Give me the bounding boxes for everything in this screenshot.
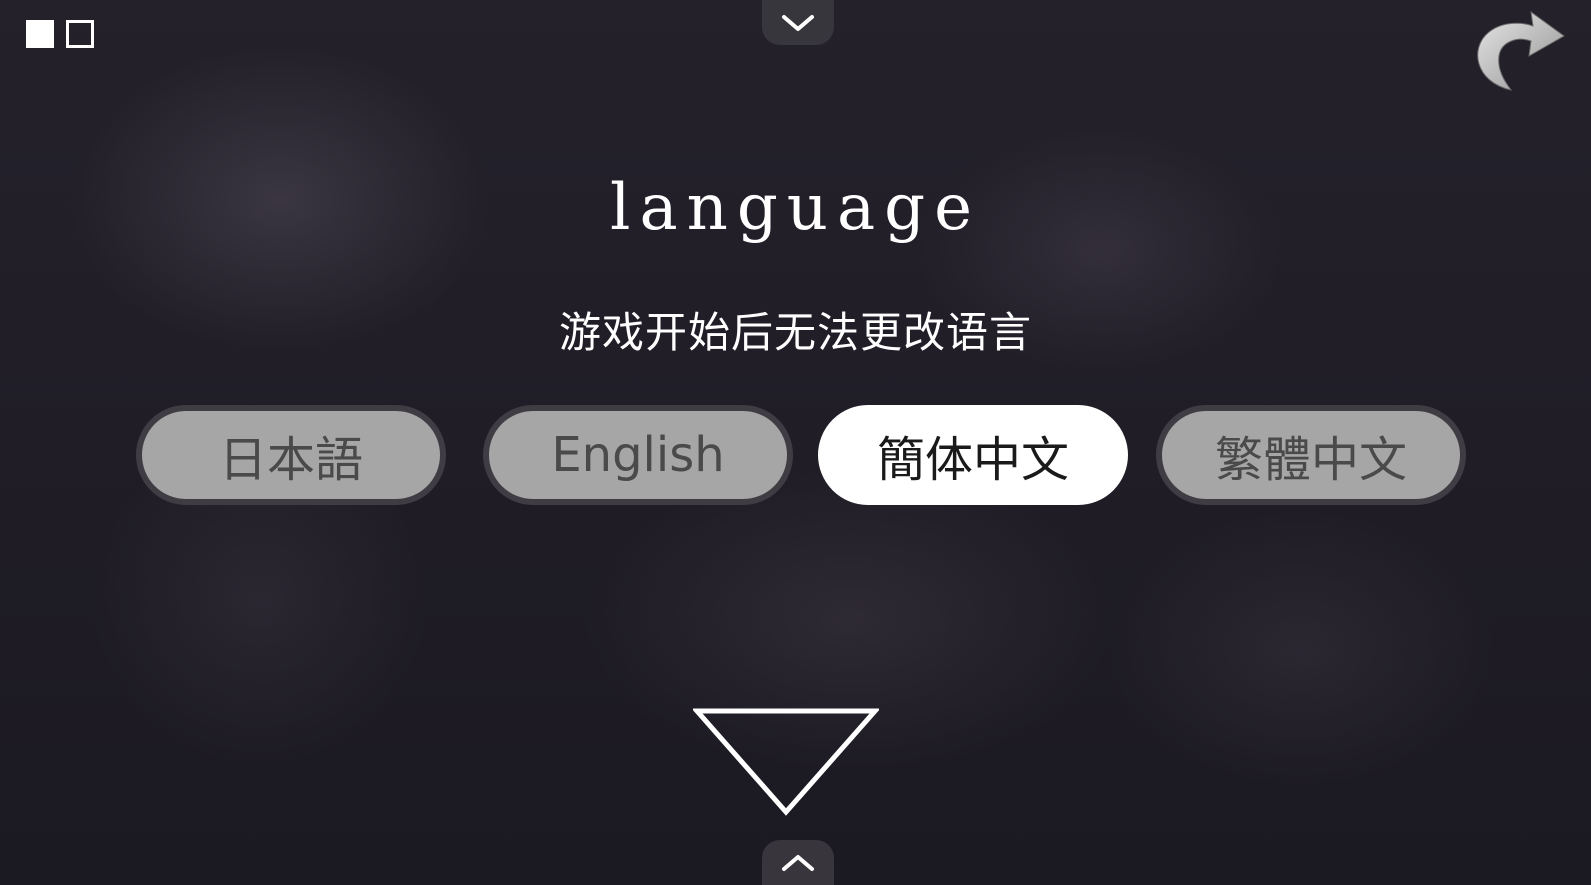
bottom-pull-tab[interactable] bbox=[762, 840, 834, 885]
confirm-button[interactable] bbox=[691, 707, 881, 817]
outline-square-icon[interactable] bbox=[66, 20, 94, 48]
language-screen: language 游戏开始后无法更改语言 日本語 English 簡体中文 繁體… bbox=[0, 0, 1591, 885]
chevron-up-icon bbox=[782, 854, 814, 871]
down-triangle-icon bbox=[691, 708, 881, 816]
language-button-japanese[interactable]: 日本語 bbox=[136, 405, 446, 505]
language-label: English bbox=[551, 427, 725, 483]
language-button-traditional-chinese[interactable]: 繁體中文 bbox=[1156, 405, 1466, 505]
language-label: 簡体中文 bbox=[876, 432, 1069, 488]
language-options: 日本語 English 簡体中文 繁體中文 bbox=[0, 405, 1591, 505]
filled-square-icon[interactable] bbox=[26, 20, 54, 48]
page-title: language bbox=[609, 171, 982, 245]
language-button-english[interactable]: English bbox=[483, 405, 793, 505]
view-toggle[interactable] bbox=[26, 20, 94, 48]
back-button[interactable] bbox=[1467, 8, 1567, 93]
language-label: 繁體中文 bbox=[1214, 432, 1407, 488]
top-pull-tab[interactable] bbox=[762, 0, 834, 45]
curved-arrow-icon bbox=[1477, 10, 1565, 91]
language-notice: 游戏开始后无法更改语言 bbox=[558, 308, 1032, 357]
language-button-simplified-chinese[interactable]: 簡体中文 bbox=[818, 405, 1128, 505]
language-label: 日本語 bbox=[218, 432, 363, 488]
chevron-down-icon bbox=[782, 14, 814, 31]
